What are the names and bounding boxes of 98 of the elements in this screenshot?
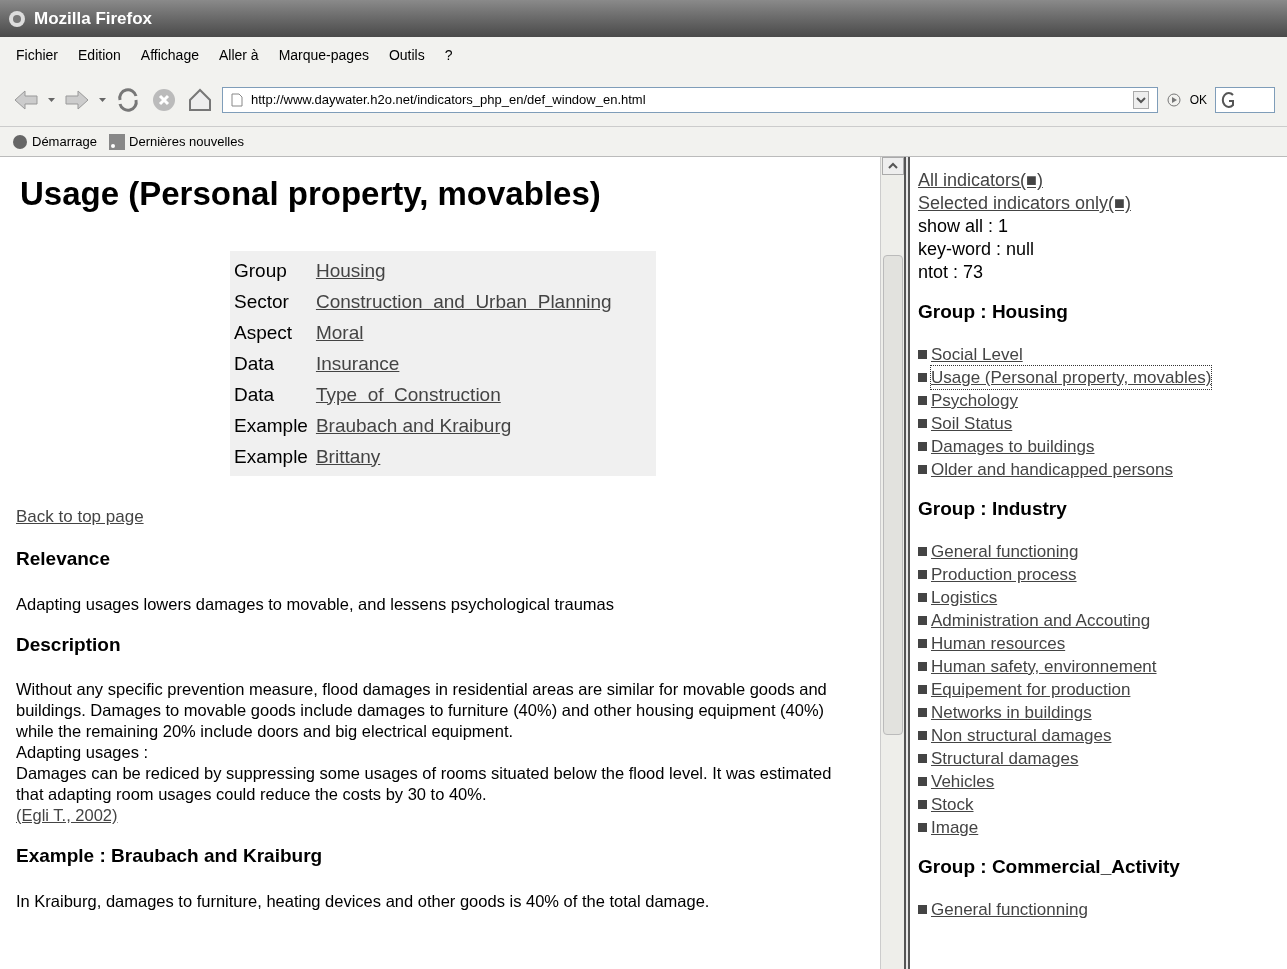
bullet-icon <box>918 662 927 671</box>
section-heading: Relevance <box>16 547 111 571</box>
paragraph: Adapting usages lowers damages to movable, and lessens psychological traumas <box>16 593 615 615</box>
filter-link[interactable]: Selected indicators only(■) <box>918 193 1131 213</box>
indicator-link[interactable]: Equipement for production <box>931 678 1131 701</box>
bullet-icon <box>918 465 927 474</box>
filter-link[interactable]: All indicators(■) <box>918 170 1043 190</box>
bullet-icon <box>918 708 927 717</box>
info-label: Data <box>234 351 276 376</box>
bullet-icon <box>918 905 927 914</box>
bullet-icon <box>918 731 927 740</box>
indicator-link[interactable]: Soil Status <box>931 412 1013 435</box>
reference-link[interactable]: (Egli T., 2002) <box>16 806 118 824</box>
bullet-icon <box>918 800 927 809</box>
bullet-icon <box>918 685 927 694</box>
info-label: Sector <box>234 289 290 314</box>
bullet-icon <box>918 570 927 579</box>
browser-logo-icon <box>8 9 26 28</box>
indicator-link[interactable]: Networks in buildings <box>931 701 1092 724</box>
bullet-icon <box>918 616 927 625</box>
indicator-link[interactable]: Image <box>931 816 979 839</box>
info-link[interactable]: Housing <box>315 259 386 281</box>
bullet-icon <box>918 547 927 556</box>
dropdown-icon[interactable] <box>1132 90 1149 109</box>
go-button[interactable]: OK <box>1189 90 1207 109</box>
bullet-icon <box>918 373 927 382</box>
bullet-icon <box>918 442 927 451</box>
indicator-link[interactable]: Damages to buildings <box>931 435 1095 458</box>
indicator-link[interactable]: Stock <box>931 793 974 816</box>
back-link[interactable]: Back to top page <box>16 506 144 526</box>
group-heading: Group : Housing <box>918 300 1069 323</box>
menu-item[interactable]: Marque-pages <box>278 44 369 66</box>
caret-icon[interactable] <box>48 97 55 102</box>
scroll-up-icon[interactable] <box>881 157 904 175</box>
bullet-icon <box>918 593 927 602</box>
bullet-icon <box>918 754 927 763</box>
info-link[interactable]: Braubach and Kraiburg <box>315 414 512 436</box>
search-field[interactable] <box>1215 86 1275 113</box>
section-heading: Description <box>16 632 122 657</box>
bullet-icon <box>918 777 927 786</box>
info-link[interactable]: Type of Construction <box>315 383 501 405</box>
page-icon <box>231 92 243 107</box>
info-link[interactable]: Moral <box>315 321 364 343</box>
search-engine-icon <box>1220 90 1236 109</box>
menu-item[interactable]: Fichier <box>16 44 58 66</box>
bullet-icon <box>918 419 927 428</box>
menu-item[interactable]: ? <box>444 44 453 66</box>
menu-item[interactable]: Aller à <box>218 44 259 66</box>
menu-item[interactable]: Edition <box>78 44 121 66</box>
indicator-link[interactable]: Human resources <box>931 632 1066 655</box>
feed-icon <box>109 133 126 150</box>
section-heading: Example : Braubach and Kraiburg <box>16 844 324 868</box>
paragraph: Adapting usages : <box>16 742 150 763</box>
group-heading: Group : Commercial_Activity <box>918 855 1181 878</box>
indicator-link[interactable]: Administration and Accouting <box>931 609 1151 632</box>
indicator-link[interactable]: Social Level <box>931 343 1023 366</box>
bullet-icon <box>918 639 927 648</box>
scrollbar[interactable] <box>880 157 904 969</box>
indicator-link[interactable]: Vehicles <box>931 770 995 793</box>
indicator-link[interactable]: Non structural damages <box>931 724 1112 747</box>
bullet-icon <box>918 396 927 405</box>
info-label: Group <box>234 258 288 283</box>
paragraph: In Kraiburg, damages to furniture, heating devices and other goods is 40% of the total damage. <box>16 890 711 912</box>
indicator-link[interactable]: Psychology <box>931 389 1018 412</box>
info-link[interactable]: Insurance <box>315 352 400 374</box>
bullet-icon <box>918 350 927 359</box>
indicator-link[interactable]: Human safety, environnement <box>931 655 1157 678</box>
paragraph: Damages can be rediced by suppressing some usages of rooms situated below the flood level. It was estimated that adapting room usages could reduce the costs by 30 to 40%. <box>16 763 832 805</box>
page-heading: Usage (Personal property, movables) <box>20 174 602 214</box>
info-text: show all : 1 <box>918 215 1010 238</box>
indicator-link[interactable]: Older and handicapped persons <box>931 458 1173 481</box>
info-label: Aspect <box>234 320 294 345</box>
info-label: Data <box>234 382 276 407</box>
globe-icon <box>12 133 28 150</box>
paragraph: Without any specific prevention measure, flood damages in residential areas are similar for movable goods and buildings. Damages to movable goods include damages to furniture (40%) and other housing equipment (40%) while the remaining 20% include doors and big electrical equipment. <box>16 679 828 742</box>
info-label: Example <box>234 413 308 438</box>
bookmark-link[interactable]: Dernières nouvelles <box>129 131 244 152</box>
scroll-thumb[interactable] <box>882 255 903 735</box>
menu-item[interactable]: Outils <box>388 44 425 66</box>
window-title: Mozilla Firefox <box>34 7 153 30</box>
info-text: ntot : 73 <box>918 261 985 284</box>
indicator-link[interactable]: Structural damages <box>931 747 1079 770</box>
bookmark-link[interactable]: Démarrage <box>32 131 98 152</box>
indicator-link[interactable]: Usage (Personal property, movables) <box>931 366 1212 389</box>
indicator-link[interactable]: General functioning <box>931 540 1079 563</box>
indicator-link[interactable]: Logistics <box>931 586 998 609</box>
caret-icon[interactable] <box>99 97 106 102</box>
bullet-icon <box>918 823 927 832</box>
indicator-link[interactable]: Production process <box>931 563 1077 586</box>
menu-item[interactable]: Affichage <box>140 44 199 66</box>
indicator-link[interactable]: General functionning <box>931 898 1088 921</box>
info-label: Example <box>234 444 308 469</box>
info-text: key-word : null <box>918 238 1036 261</box>
go-icon[interactable] <box>1165 91 1182 108</box>
group-heading: Group : Industry <box>918 497 1068 520</box>
info-link[interactable]: Brittany <box>315 445 381 467</box>
info-link[interactable]: Construction and Urban Planning <box>315 290 612 312</box>
address-field[interactable]: http://www.daywater.h2o.net/indicators_php_en/def_window_en.html <box>222 86 1158 113</box>
